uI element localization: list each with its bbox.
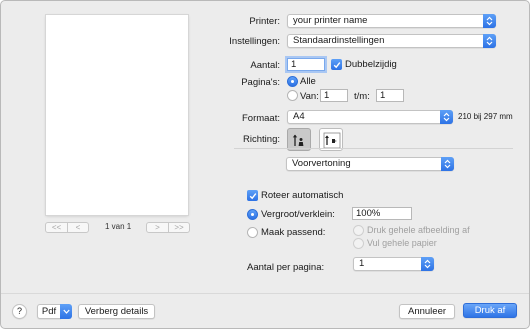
previous-page-button[interactable]: < [67, 223, 88, 232]
fit-radio[interactable] [247, 227, 258, 238]
preview-nav-forward-group: > >> [146, 222, 190, 233]
chevron-down-icon [62, 309, 70, 314]
duplex-label: Dubbelzijdig [345, 59, 397, 70]
scale-radio[interactable] [247, 209, 258, 220]
pages-range-radio[interactable] [287, 90, 298, 101]
presets-label: Instellingen: [229, 36, 280, 47]
copies-per-page-label: Aantal per pagina: [247, 262, 325, 273]
duplex-checkbox[interactable] [331, 59, 342, 70]
pages-all-radio[interactable] [287, 76, 298, 87]
chevron-updown-icon [441, 157, 454, 171]
copies-label: Aantal: [250, 60, 280, 71]
paper-size-select[interactable]: A4 [287, 110, 453, 124]
fit-print-radio[interactable] [353, 225, 364, 236]
preview-nav-back-group: << < [45, 222, 89, 233]
fit-label: Maak passend: [261, 227, 326, 238]
print-dialog: << < 1 van 1 > >> Printer: your printer … [0, 0, 530, 329]
last-page-button[interactable]: >> [168, 223, 189, 232]
chevron-updown-icon [421, 257, 434, 271]
help-button[interactable]: ? [12, 304, 27, 319]
next-page-button[interactable]: > [147, 223, 168, 232]
fit-fill-radio[interactable] [353, 238, 364, 249]
scale-label: Vergroot/verklein: [261, 209, 335, 220]
presets-select[interactable]: Standaardinstellingen [287, 34, 496, 48]
fit-print-label: Druk gehele afbeelding af [367, 225, 470, 235]
scale-field[interactable]: 100% [352, 207, 412, 220]
presets-value: Standaardinstellingen [293, 35, 385, 46]
footer-divider [1, 293, 529, 294]
printer-select[interactable]: your printer name [287, 14, 496, 28]
pdf-menu-button[interactable] [60, 304, 72, 319]
pages-all-label: Alle [300, 76, 316, 87]
cancel-button[interactable]: Annuleer [399, 304, 455, 319]
hide-details-button[interactable]: Verberg details [78, 304, 155, 319]
chevron-updown-icon [483, 34, 496, 48]
paper-size-label: Formaat: [241, 113, 280, 124]
copies-per-page-value: 1 [359, 258, 365, 269]
pages-to-label: t/m: [354, 91, 370, 102]
print-button[interactable]: Druk af [463, 303, 517, 318]
paper-size-value: A4 [293, 111, 305, 122]
section-divider [234, 148, 513, 149]
page-preview [46, 15, 188, 215]
chevron-updown-icon [483, 14, 496, 28]
chevron-updown-icon [440, 110, 453, 124]
pages-from-label: Van: [300, 91, 319, 102]
printer-label: Printer: [249, 16, 280, 27]
copies-per-page-select[interactable]: 1 [353, 257, 434, 271]
page-counter: 1 van 1 [105, 222, 132, 231]
pages-label: Pagina's: [241, 77, 280, 88]
first-page-button[interactable]: << [46, 223, 67, 232]
paper-dimensions: 210 bij 297 mm [458, 112, 513, 121]
printer-value: your printer name [293, 15, 368, 26]
fit-fill-label: Vul gehele papier [367, 238, 437, 248]
auto-rotate-label: Roteer automatisch [261, 190, 344, 201]
section-select[interactable]: Voorvertoning [286, 157, 454, 171]
auto-rotate-checkbox[interactable] [247, 190, 258, 201]
section-value: Voorvertoning [292, 158, 351, 169]
pages-to-field[interactable]: 1 [376, 89, 404, 102]
orientation-label: Richting: [243, 134, 280, 145]
copies-field[interactable]: 1 [287, 58, 325, 71]
pages-from-field[interactable]: 1 [320, 89, 348, 102]
pdf-button[interactable]: Pdf [37, 304, 61, 319]
